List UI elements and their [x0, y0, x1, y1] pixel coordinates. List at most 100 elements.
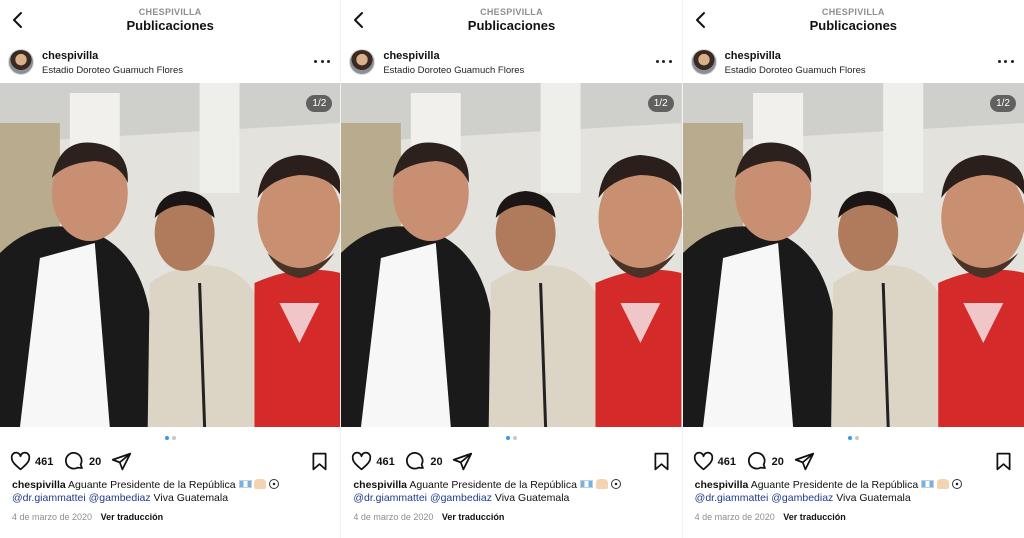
post-date: 4 de marzo de 2020 [12, 512, 93, 522]
post-username[interactable]: chespivilla [725, 50, 781, 62]
post-username[interactable]: chespivilla [42, 50, 98, 62]
header-username: CHESPIVILLA [480, 7, 543, 17]
top-header: CHESPIVILLA Publicaciones [683, 0, 1024, 40]
carousel-dot-active [847, 436, 852, 440]
more-icon[interactable] [655, 53, 672, 69]
page-title: Publicaciones [467, 18, 556, 33]
carousel-dots [341, 436, 681, 440]
comment-count: 20 [430, 455, 443, 468]
avatar[interactable] [349, 49, 376, 75]
comment-button[interactable]: 20 [405, 451, 443, 472]
carousel-dot [171, 436, 176, 440]
send-icon [111, 452, 132, 471]
image-counter-badge: 1/2 [990, 95, 1016, 112]
post-photo[interactable]: 1/2 [682, 83, 1024, 427]
caption-text: Aguante Presidente de la República [748, 479, 919, 491]
top-header: CHESPIVILLA Publicaciones [341, 0, 681, 40]
post-username[interactable]: chespivilla [383, 50, 439, 62]
avatar[interactable] [8, 49, 34, 75]
post-caption: chespivilla Aguante Presidente de la Rep… [695, 479, 1014, 505]
header-username: CHESPIVILLA [821, 7, 885, 17]
page-title: Publicaciones [809, 18, 898, 33]
post-date: 4 de marzo de 2020 [353, 512, 434, 522]
like-count: 461 [35, 455, 54, 468]
caption-tail: Viva Guatemala [833, 492, 911, 504]
top-header: CHESPIVILLA Publicaciones [0, 0, 340, 40]
carousel-dot [854, 436, 859, 440]
more-icon[interactable] [997, 53, 1014, 69]
post-panel: CHESPIVILLA Publicaciones chespivilla Es… [682, 0, 1024, 538]
share-button[interactable] [794, 451, 815, 472]
comment-icon [65, 452, 83, 470]
raised-hands-icon [254, 479, 267, 489]
mention-link[interactable]: @dr.giammattei [12, 492, 86, 504]
translate-link[interactable]: Ver traducción [101, 512, 164, 522]
heart-icon [352, 451, 372, 471]
like-button[interactable]: 461 [693, 451, 736, 472]
mention-link[interactable]: @gambediaz [89, 492, 151, 504]
more-icon[interactable] [314, 53, 331, 69]
translate-link[interactable]: Ver traducción [783, 512, 846, 522]
post-meta: 4 de marzo de 2020 Ver traducción [353, 512, 504, 522]
raised-hands-icon [937, 479, 950, 489]
like-count: 461 [717, 455, 737, 468]
comment-count: 20 [89, 455, 102, 468]
post-user-bar: chespivilla Estadio Doroteo Guamuch Flor… [341, 44, 681, 80]
screenshot-row: CHESPIVILLA Publicaciones chespivilla Es… [0, 0, 1024, 538]
mention-link[interactable]: @dr.giammattei [353, 492, 427, 504]
mention-link[interactable]: @gambediaz [430, 492, 492, 504]
share-button[interactable] [111, 451, 132, 472]
bookmark-icon [654, 452, 669, 471]
caption-text: Aguante Presidente de la República [407, 479, 577, 491]
post-location[interactable]: Estadio Doroteo Guamuch Flores [383, 65, 524, 76]
carousel-dots [0, 436, 340, 440]
action-bar: 461 20 [0, 449, 340, 473]
carousel-dot [512, 436, 517, 440]
save-button[interactable] [993, 451, 1014, 472]
mention-link[interactable]: @gambediaz [771, 492, 833, 504]
like-button[interactable]: 461 [10, 451, 53, 472]
post-caption: chespivilla Aguante Presidente de la Rep… [353, 479, 671, 505]
caption-username[interactable]: chespivilla [353, 479, 407, 491]
comment-button[interactable]: 20 [747, 451, 784, 472]
post-meta: 4 de marzo de 2020 Ver traducción [12, 512, 163, 522]
caption-username[interactable]: chespivilla [12, 479, 66, 491]
raised-hands-icon [595, 479, 608, 489]
guatemala-flag-icon [579, 480, 593, 488]
mention-link[interactable]: @dr.giammattei [695, 492, 769, 504]
carousel-dot-active [164, 436, 169, 440]
comment-icon [747, 452, 766, 470]
comment-count: 20 [771, 455, 784, 468]
caption-tail: Viva Guatemala [150, 492, 229, 504]
soccer-ball-icon [610, 479, 621, 489]
post-photo[interactable]: 1/2 [341, 83, 682, 427]
post-panel: CHESPIVILLA Publicaciones chespivilla Es… [0, 0, 342, 538]
comment-button[interactable]: 20 [64, 451, 101, 472]
page-title: Publicaciones [126, 18, 214, 33]
action-bar: 461 20 [341, 449, 681, 473]
caption-text: Aguante Presidente de la República [65, 479, 236, 491]
like-count: 461 [376, 455, 395, 468]
post-meta: 4 de marzo de 2020 Ver traducción [695, 512, 846, 522]
post-caption: chespivilla Aguante Presidente de la Rep… [12, 479, 330, 505]
bookmark-icon [996, 452, 1011, 471]
save-button[interactable] [651, 451, 672, 472]
caption-tail: Viva Guatemala [491, 492, 570, 504]
share-button[interactable] [452, 451, 473, 472]
image-counter-badge: 1/2 [647, 95, 674, 112]
caption-username[interactable]: chespivilla [695, 479, 749, 491]
post-location[interactable]: Estadio Doroteo Guamuch Flores [725, 65, 866, 76]
heart-icon [693, 451, 713, 471]
post-location[interactable]: Estadio Doroteo Guamuch Flores [42, 65, 183, 76]
save-button[interactable] [309, 451, 330, 472]
post-user-bar: chespivilla Estadio Doroteo Guamuch Flor… [0, 44, 340, 80]
soccer-ball-icon [952, 479, 962, 489]
translate-link[interactable]: Ver traducción [442, 512, 505, 522]
like-button[interactable]: 461 [351, 451, 395, 472]
guatemala-flag-icon [238, 480, 252, 488]
avatar[interactable] [690, 49, 717, 75]
carousel-dot-active [505, 436, 510, 440]
soccer-ball-icon [269, 479, 280, 489]
post-photo[interactable]: 1/2 [0, 83, 341, 427]
bookmark-icon [312, 452, 327, 471]
